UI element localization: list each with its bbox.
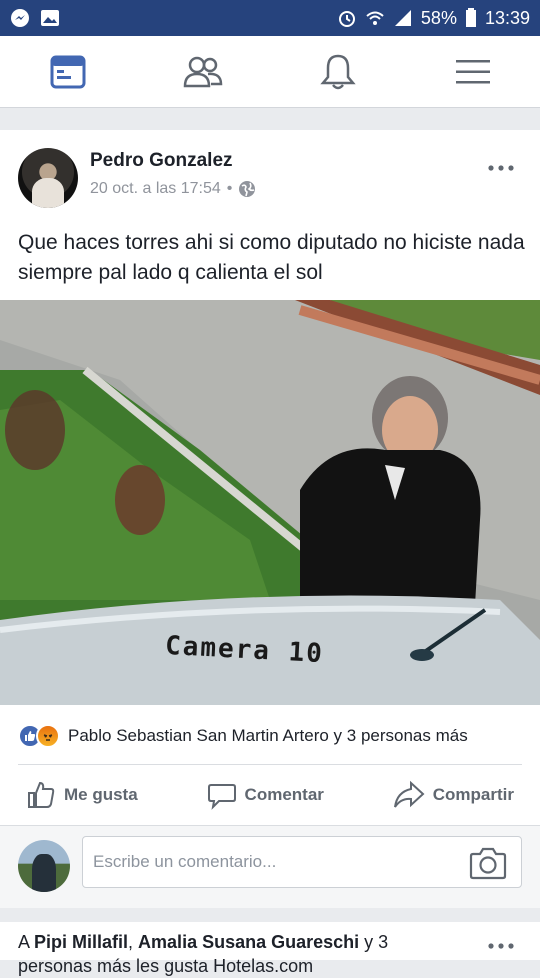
author-name[interactable]: Pedro Gonzalez [90, 150, 233, 172]
signal-icon [393, 8, 413, 28]
messenger-icon [10, 8, 30, 28]
top-nav [0, 36, 540, 108]
comment-button[interactable]: Comentar [199, 780, 332, 810]
next-post-prefix: A [18, 932, 35, 952]
wifi-icon [365, 8, 385, 28]
comment-composer: Escribe un comentario... [0, 825, 540, 908]
more-dots-icon [488, 165, 514, 171]
comment-input[interactable]: Escribe un comentario... [82, 836, 522, 888]
liker-name-1[interactable]: Pipi Millafil [34, 932, 128, 952]
post-options-button[interactable] [488, 152, 514, 178]
post-meta: 20 oct. a las 17:54 • [90, 180, 256, 198]
tab-notifications[interactable] [308, 42, 368, 102]
alarm-icon [337, 8, 357, 28]
next-post-suffix: y 3 [359, 932, 389, 952]
comment-placeholder: Escribe un comentario... [93, 852, 277, 871]
next-post-sep: , [128, 932, 139, 952]
clock: 13:39 [484, 7, 530, 28]
feed-gap-2 [0, 908, 540, 922]
comment-label: Comentar [244, 785, 324, 804]
post-photo[interactable]: Camera 10 [0, 300, 540, 705]
news-feed-icon [50, 55, 85, 88]
post-body-text: Que haces torres ahi si como diputado no… [18, 231, 525, 284]
post-actions: Me gusta Comentar Compartir [18, 765, 522, 825]
battery-percent: 58% [420, 7, 457, 28]
like-label: Me gusta [64, 785, 138, 804]
liker-name-2[interactable]: Amalia Susana Guareschi [138, 932, 359, 952]
current-user-avatar [18, 840, 70, 892]
author-avatar[interactable] [18, 148, 78, 208]
comment-bubble-icon [207, 784, 236, 810]
tab-menu[interactable] [443, 42, 503, 102]
menu-icon [455, 59, 490, 83]
camera-button[interactable] [469, 846, 507, 885]
friends-icon [183, 56, 222, 87]
next-post-line2: personas más les gusta Hotelas.com [18, 956, 314, 976]
meta-separator: • [226, 180, 233, 197]
share-arrow-icon [393, 780, 425, 808]
battery-icon [465, 8, 477, 28]
reaction-icons [18, 724, 60, 748]
share-label: Compartir [432, 785, 514, 804]
notifications-icon [319, 54, 356, 89]
post-header: Pedro Gonzalez 20 oct. a las 17:54 • [18, 148, 522, 208]
next-post-likes-text: A Pipi Millafil, Amalia Susana Guareschi… [18, 930, 478, 978]
tab-friends[interactable] [173, 42, 233, 102]
post-timestamp[interactable]: 20 oct. a las 17:54 [90, 180, 221, 198]
reactions-summary[interactable]: Pablo Sebastian San Martin Artero y 3 pe… [18, 722, 522, 750]
gallery-icon [40, 8, 60, 28]
more-dots-icon [488, 943, 514, 949]
globe-icon [239, 181, 256, 197]
status-bar: 58% 13:39 [0, 0, 540, 36]
reactions-text: Pablo Sebastian San Martin Artero y 3 pe… [68, 726, 468, 745]
like-button[interactable]: Me gusta [18, 780, 146, 810]
share-button[interactable]: Compartir [385, 780, 522, 810]
tab-news-feed[interactable] [38, 42, 98, 102]
next-feed-post: A Pipi Millafil, Amalia Susana Guareschi… [0, 922, 540, 976]
thumbs-up-icon [28, 781, 55, 808]
next-post-options-button[interactable] [488, 930, 514, 956]
feed-gap [0, 108, 540, 130]
camera-icon [469, 847, 507, 880]
feed-post: Pedro Gonzalez 20 oct. a las 17:54 • Que… [0, 130, 540, 908]
angry-reaction-icon [36, 724, 60, 748]
